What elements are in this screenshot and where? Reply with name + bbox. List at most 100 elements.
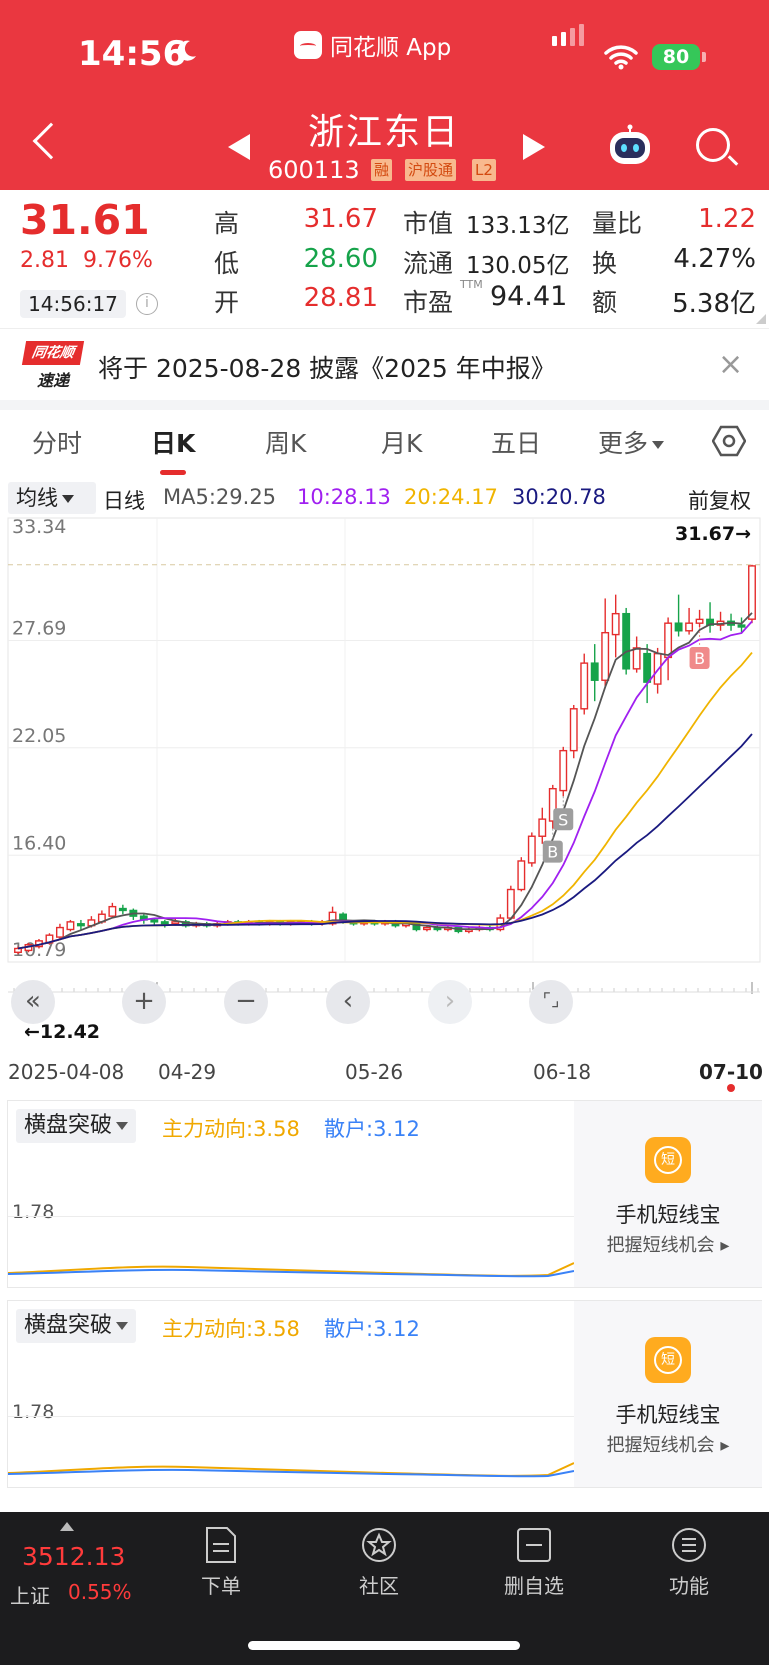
indicator-panel-selector[interactable]: 横盘突破 [16, 1309, 137, 1343]
indicator-axis-value: 1.78 [12, 1201, 55, 1223]
app-name: 同花顺 App [330, 35, 452, 61]
search-icon[interactable] [696, 128, 730, 162]
indicator-panel-selector[interactable]: 横盘突破 [16, 1109, 137, 1143]
tab-intraday[interactable]: 分时 [32, 424, 82, 460]
date-label-4: 06-18 [533, 1060, 592, 1084]
y-tick-label: 16.40 [12, 832, 66, 854]
low-marker: ←12.42 [24, 1021, 100, 1043]
tab-five-day[interactable]: 五日 [491, 424, 541, 460]
zoom-in-button[interactable]: + [122, 980, 166, 1024]
mktcap-value: 133.13亿 [466, 213, 570, 239]
candle-body [171, 921, 180, 925]
nav-functions[interactable]: 功能 [644, 1526, 734, 1599]
connect-tag: 沪股通 [405, 159, 457, 181]
indicator-lines [8, 1462, 574, 1478]
close-icon[interactable]: × [718, 347, 743, 382]
tab-weekly-k[interactable]: 周K [265, 424, 306, 460]
index-value[interactable]: 3512.13 [22, 1542, 125, 1571]
tab-daily-k[interactable]: 日K [151, 424, 195, 460]
wifi-icon [604, 45, 638, 70]
nav-community-label: 社区 [359, 1574, 399, 1598]
period-label: 日线 [103, 489, 145, 513]
chevron-down-icon [62, 495, 74, 503]
candle-body [160, 921, 169, 925]
promo-card[interactable]: 短 手机短线宝 把握短线机会 ▸ [574, 1301, 762, 1487]
indicator-axis-value: 1.78 [12, 1401, 55, 1423]
low-label: 低 [214, 249, 240, 278]
announcement-bar[interactable]: 同花顺 速递 将于 2025-08-28 披露《2025 年中报》 × [0, 328, 769, 400]
ma5-line [17, 612, 753, 950]
candle-body [664, 622, 673, 659]
tab-monthly-k[interactable]: 月K [381, 424, 422, 460]
ma20-label: 20:24.17 [404, 485, 498, 509]
settings-hex-icon[interactable] [712, 424, 746, 458]
candle-body [118, 907, 127, 912]
pe-value: 94.41 [490, 281, 568, 312]
next-stock-button[interactable] [523, 134, 545, 160]
expand-corner-icon[interactable] [756, 314, 766, 324]
margin-tag: 融 [371, 159, 393, 181]
candle-body [695, 618, 704, 624]
y-tick-label: 33.34 [12, 516, 66, 538]
ma30-label: 30:20.78 [512, 485, 606, 509]
amount-value: 5.38亿 [672, 289, 756, 319]
zoom-out-button[interactable]: − [224, 980, 268, 1024]
candle-body [737, 624, 746, 628]
adjust-mode-button[interactable]: 前复权 [688, 485, 751, 515]
candle-body [685, 622, 694, 632]
info-icon[interactable]: i [136, 293, 158, 315]
order-doc-icon [206, 1527, 236, 1563]
level2-tag: L2 [472, 159, 496, 181]
signal-label: B [547, 843, 558, 862]
candle-body [527, 835, 536, 864]
fullscreen-button[interactable]: ⌜⌟ [529, 980, 573, 1024]
index-name: 上证 [10, 1584, 50, 1608]
mktcap-label: 市值 [403, 209, 454, 238]
promo-card[interactable]: 短 手机短线宝 把握短线机会 ▸ [574, 1101, 762, 1287]
index-percent: 0.55% [68, 1580, 132, 1604]
candle-body [569, 708, 578, 752]
amount-label: 额 [592, 288, 618, 317]
promo-title: 手机短线宝 [615, 1403, 721, 1427]
chart-frame [7, 517, 761, 963]
prev-stock-button[interactable] [228, 134, 250, 160]
scroll-left-button[interactable]: « [11, 980, 55, 1024]
ma-legend-row: 均线 日线 MA5:29.25 10:28.13 20:24.17 30:20.… [0, 482, 769, 516]
prev-candle-button[interactable]: ‹ [326, 980, 370, 1024]
short-term-icon: 短 [645, 1337, 691, 1383]
nav-community[interactable]: 社区 [334, 1526, 424, 1599]
stock-code: 600113 [268, 156, 360, 184]
chevron-down-icon [652, 441, 665, 449]
candle-body [643, 652, 652, 683]
candle-body [422, 926, 431, 931]
nav-order[interactable]: 下单 [176, 1526, 266, 1599]
status-time: 14:56 [78, 34, 187, 74]
nav-order-label: 下单 [201, 1574, 241, 1598]
back-button[interactable] [32, 122, 70, 160]
indicator-name: 横盘突破 [24, 1113, 113, 1138]
news-logo-bottom: 速递 [36, 371, 69, 390]
app-logo-icon [294, 31, 322, 59]
candle-body [748, 565, 756, 620]
signal-label: B [694, 649, 705, 668]
kline-chart[interactable]: 33.3427.6922.0516.4010.7931.67→←12.42BSB [0, 516, 769, 1046]
promo-title: 手机短线宝 [615, 1203, 721, 1227]
assistant-robot-icon[interactable] [606, 124, 654, 166]
candle-body [632, 647, 641, 670]
tab-more[interactable]: 更多 [598, 424, 665, 460]
tab-more-label: 更多 [598, 429, 649, 458]
candle-body [517, 860, 526, 891]
indicator-selector[interactable]: 均线 [8, 482, 96, 514]
ma30-line [17, 733, 753, 950]
app-source-label: 同花顺 App [294, 28, 451, 62]
candle-body [622, 612, 631, 670]
price-change: 2.81 9.76% [20, 248, 153, 273]
turnover-value: 4.27% [673, 244, 756, 274]
candle-body [66, 921, 75, 931]
nav-remove-watchlist[interactable]: 删自选 [489, 1526, 579, 1599]
nav-functions-label: 功能 [669, 1574, 709, 1598]
next-candle-button[interactable]: › [428, 980, 472, 1024]
high-marker: 31.67→ [675, 523, 751, 545]
indicator-panel-1: 横盘突破 主力动向:3.58 散户:3.12 1.78 短 手机短线宝 把握短线… [7, 1100, 762, 1288]
turnover-label: 换 [592, 249, 618, 278]
